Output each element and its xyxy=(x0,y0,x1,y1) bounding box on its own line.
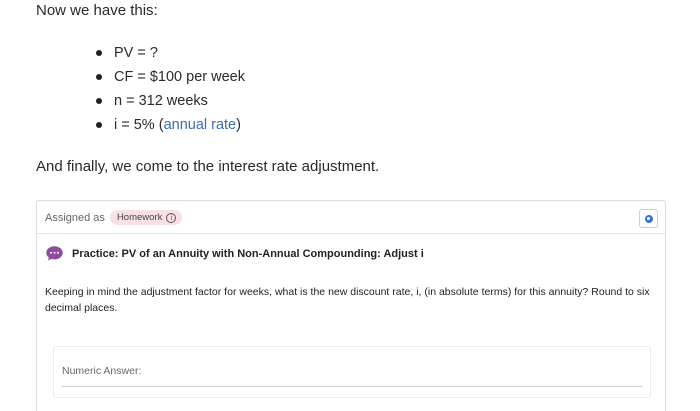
practice-header: Practice: PV of an Annuity with Non-Annu… xyxy=(46,246,424,261)
list-item-text: n = 312 weeks xyxy=(114,93,208,109)
assigned-row: Assigned as Homework i xyxy=(45,210,183,225)
list-item-suffix: ) xyxy=(236,117,241,133)
answer-placeholder: Numeric Answer: xyxy=(62,365,142,377)
list-item-i: i = 5% (annual rate) xyxy=(96,116,245,140)
list-item-pv: PV = ? xyxy=(96,44,245,68)
annual-rate-link[interactable]: annual rate xyxy=(164,117,237,133)
list-item-prefix: i = 5% ( xyxy=(114,117,164,133)
info-icon[interactable]: i xyxy=(166,212,177,223)
chat-bubble-icon xyxy=(46,246,63,261)
badge-label: Homework xyxy=(116,212,163,223)
list-item-text: CF = $100 per week xyxy=(114,69,245,85)
record-icon xyxy=(644,214,653,223)
practice-card: Assigned as Homework i Practice: PV of a… xyxy=(36,200,666,411)
list-item-n: n = 312 weeks xyxy=(96,92,245,116)
numeric-answer-field[interactable]: Numeric Answer: xyxy=(53,346,651,398)
page: Now we have this: PV = ? CF = $100 per w… xyxy=(0,0,700,411)
homework-badge: Homework i xyxy=(109,210,183,225)
finally-text: And finally, we come to the interest rat… xyxy=(36,158,380,175)
intro-text: Now we have this: xyxy=(36,2,158,19)
list-item-cf: CF = $100 per week xyxy=(96,68,245,92)
practice-title: Practice: PV of an Annuity with Non-Annu… xyxy=(72,247,424,260)
divider xyxy=(37,233,665,234)
variables-list: PV = ? CF = $100 per week n = 312 weeks … xyxy=(96,44,245,140)
list-item-text: PV = ? xyxy=(114,45,158,61)
answer-underline xyxy=(62,386,642,387)
question-text: Keeping in mind the adjustment factor fo… xyxy=(45,286,650,314)
assigned-label: Assigned as xyxy=(45,211,105,224)
settings-button[interactable] xyxy=(639,209,658,228)
